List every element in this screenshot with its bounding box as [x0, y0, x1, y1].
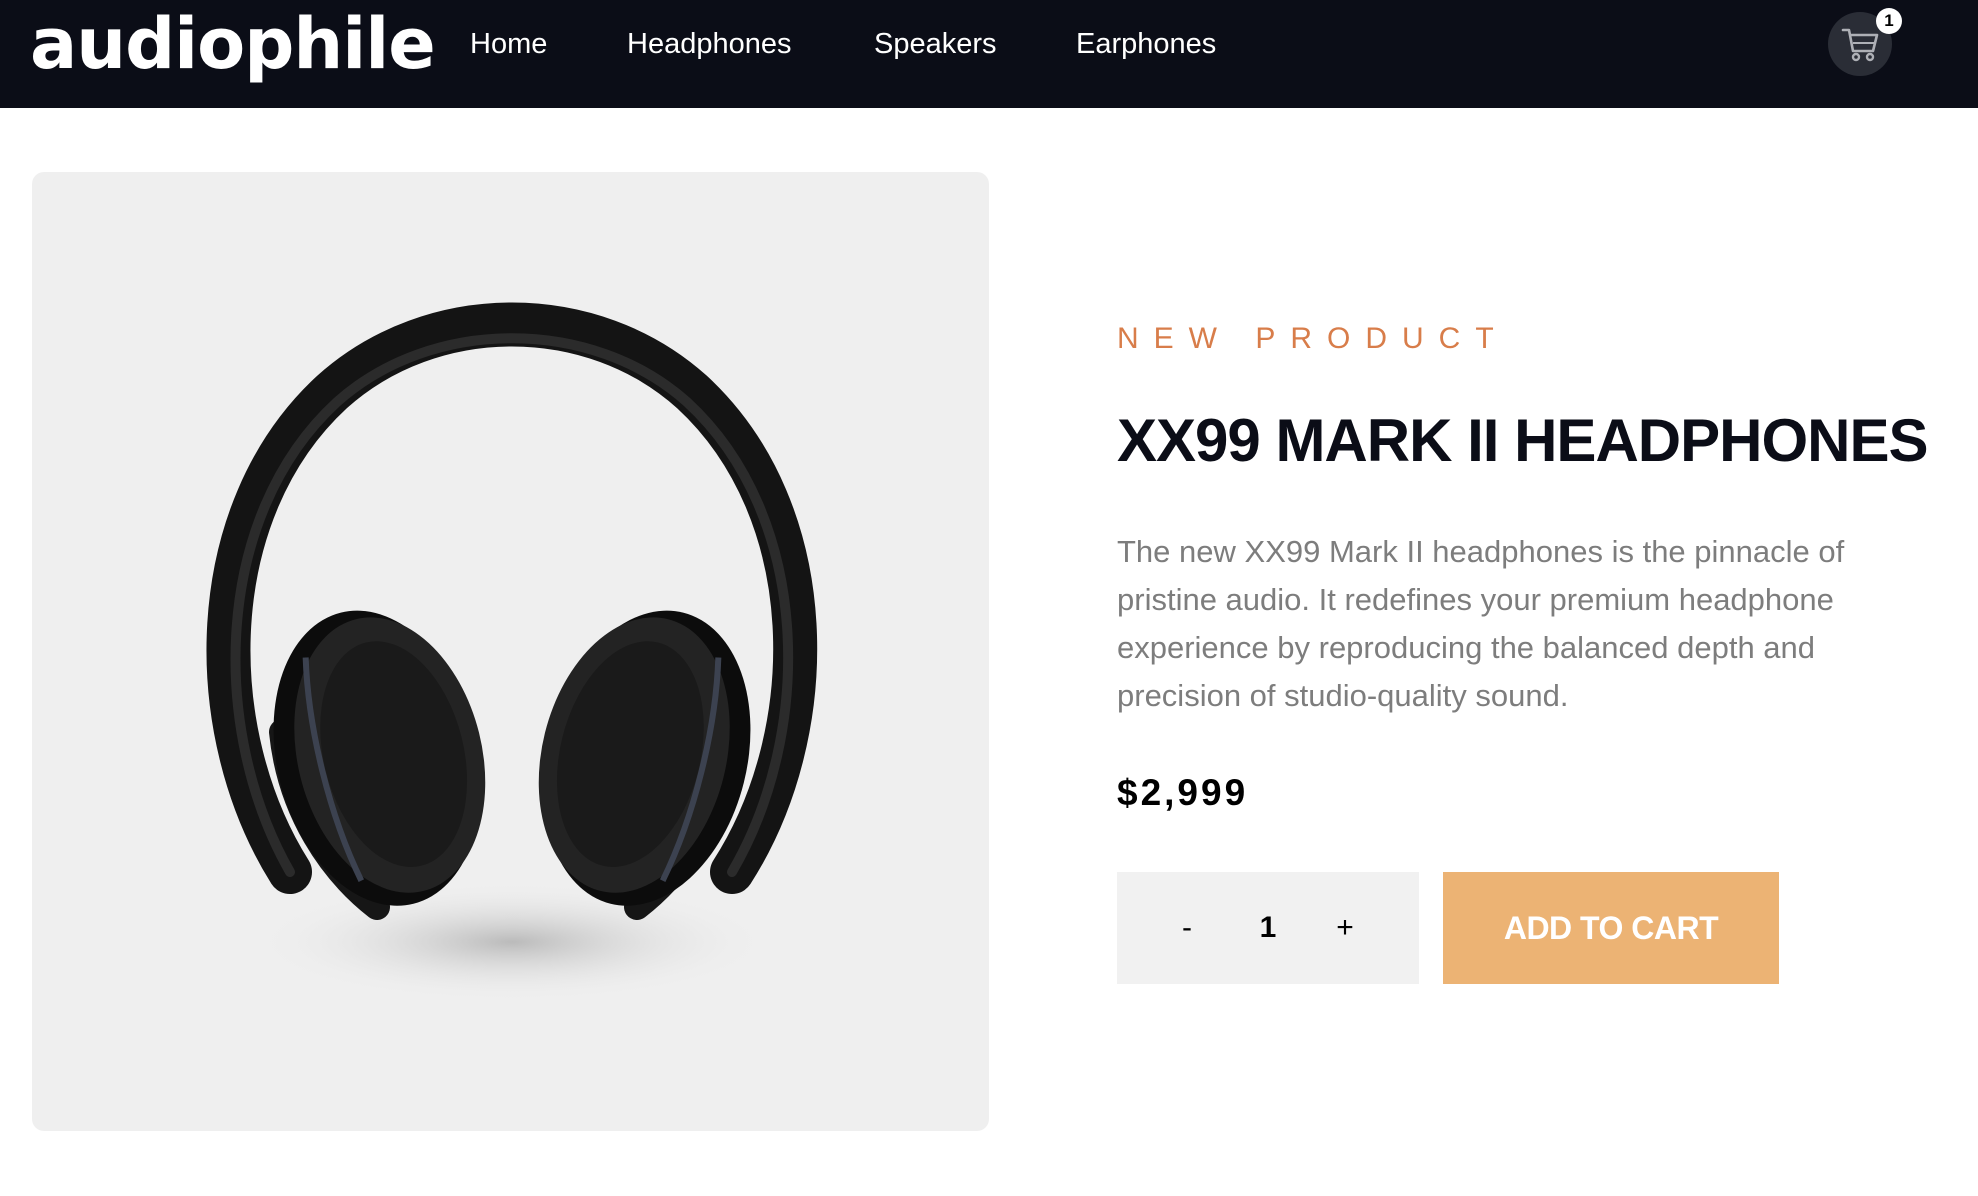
product-image: [32, 172, 989, 1131]
product-price: $2,999: [1117, 772, 1249, 813]
brand-logo[interactable]: audiophile: [30, 0, 436, 88]
nav-item-headphones[interactable]: Headphones: [627, 0, 791, 88]
product-title: XX99 MARK II HEADPHONES: [1117, 407, 1928, 474]
product-description: The new XX99 Mark II headphones is the p…: [1117, 534, 1845, 713]
new-product-label: NEW PRODUCT: [1117, 322, 1509, 355]
nav-item-earphones[interactable]: Earphones: [1076, 0, 1216, 88]
nav-item-speakers[interactable]: Speakers: [874, 0, 997, 88]
cart-count-badge: 1: [1876, 8, 1902, 34]
add-to-cart-button[interactable]: ADD TO CART: [1443, 872, 1779, 984]
increment-button[interactable]: +: [1315, 872, 1375, 984]
nav-item-home[interactable]: Home: [470, 0, 547, 88]
decrement-button[interactable]: -: [1157, 872, 1217, 984]
site-header: audiophile Home Headphones Speakers Earp…: [0, 0, 1978, 108]
headphones-image: [206, 302, 818, 1002]
quantity-value[interactable]: 1: [1229, 872, 1307, 984]
cart-icon: [1841, 28, 1879, 62]
quantity-stepper: - 1 +: [1117, 872, 1419, 984]
